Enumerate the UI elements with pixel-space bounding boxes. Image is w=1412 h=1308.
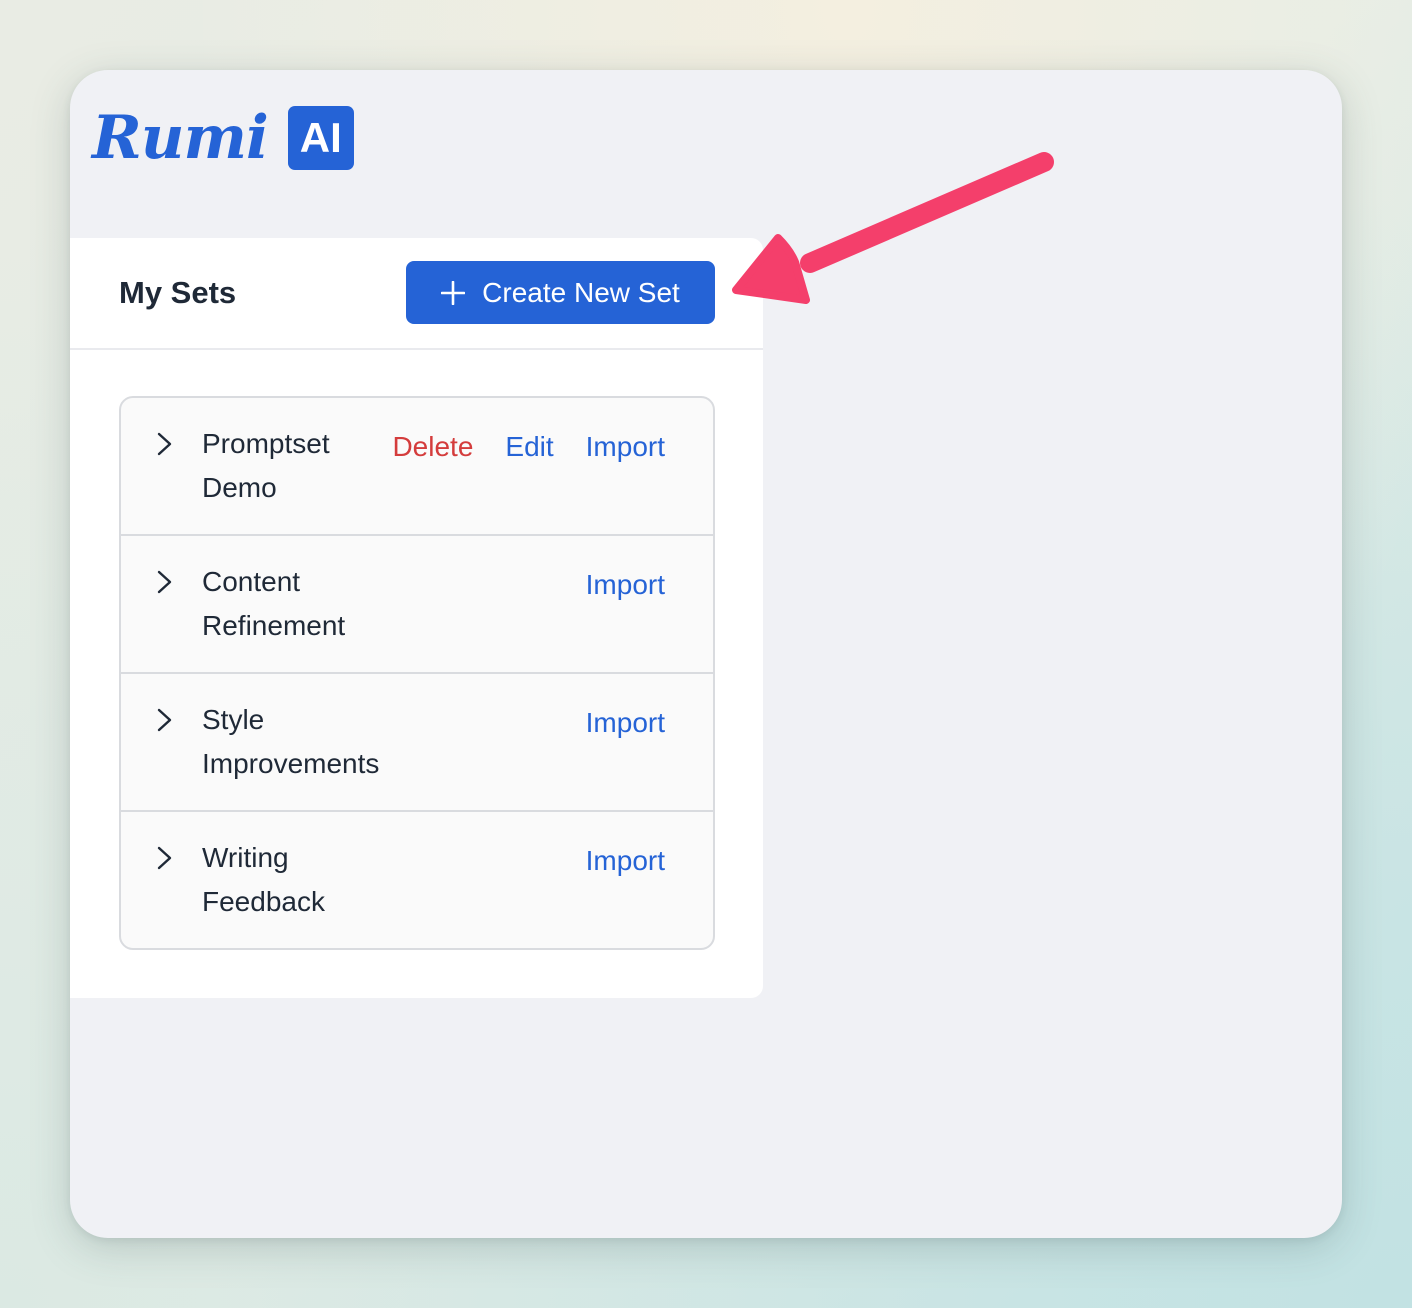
import-link[interactable]: Import — [586, 429, 665, 465]
set-name: Content Refinement — [202, 566, 346, 641]
page-title: My Sets — [119, 275, 237, 310]
set-name: Style Improvements — [202, 704, 380, 779]
logo-badge: AI — [287, 106, 354, 170]
set-name: Writing Feedback — [202, 842, 325, 917]
chevron-right-icon[interactable] — [155, 569, 175, 595]
chevron-right-icon[interactable] — [155, 431, 175, 457]
rumi-ai-logo: Rumi AI — [92, 104, 354, 172]
row-actions: Import — [586, 843, 665, 879]
list-item[interactable]: Writing Feedback Import — [121, 812, 713, 948]
row-actions: Import — [586, 567, 665, 603]
chevron-right-icon[interactable] — [155, 845, 175, 871]
create-new-set-button[interactable]: Create New Set — [406, 261, 715, 324]
list-item[interactable]: Promptset Demo Delete Edit Import — [121, 398, 713, 536]
set-list: Promptset Demo Delete Edit Import Conten… — [119, 396, 715, 950]
delete-link[interactable]: Delete — [392, 429, 473, 465]
import-link[interactable]: Import — [586, 843, 665, 879]
list-item[interactable]: Style Improvements Import — [121, 674, 713, 812]
logo-wordmark: Rumi — [92, 103, 269, 173]
edit-link[interactable]: Edit — [505, 429, 553, 465]
my-sets-panel: My Sets Create New Set Promptset Demo De… — [70, 238, 763, 998]
import-link[interactable]: Import — [586, 567, 665, 603]
import-link[interactable]: Import — [586, 705, 665, 741]
list-item[interactable]: Content Refinement Import — [121, 536, 713, 674]
set-name: Promptset Demo — [202, 428, 330, 503]
create-new-set-label: Create New Set — [482, 276, 680, 308]
row-actions: Delete Edit Import — [392, 429, 665, 465]
row-actions: Import — [586, 705, 665, 741]
plus-icon — [441, 280, 466, 305]
chevron-right-icon[interactable] — [155, 707, 175, 733]
app-window: Rumi AI My Sets Create New Set Promptset… — [70, 70, 1342, 1238]
panel-header: My Sets Create New Set — [70, 238, 763, 350]
